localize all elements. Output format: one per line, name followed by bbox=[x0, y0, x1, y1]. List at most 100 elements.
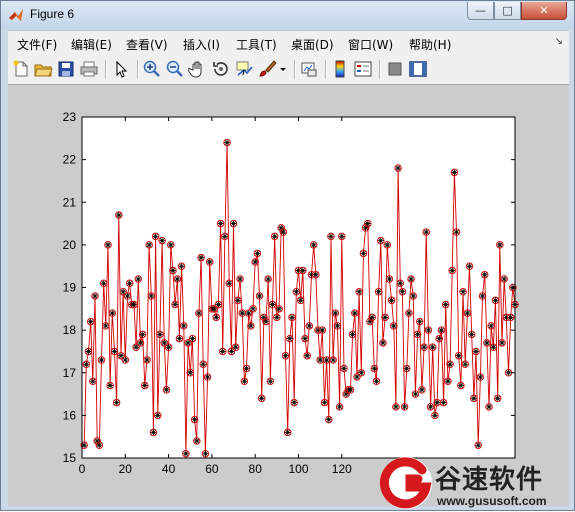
data-point-star bbox=[310, 242, 317, 248]
x-tick-label: 120 bbox=[332, 462, 352, 476]
colorbar-icon[interactable] bbox=[330, 59, 350, 79]
dropdown-arrow-icon[interactable] bbox=[278, 59, 288, 79]
pointer-icon[interactable] bbox=[111, 59, 131, 79]
data-point-star bbox=[403, 365, 410, 372]
data-point-star bbox=[250, 306, 256, 312]
data-point-star bbox=[421, 344, 427, 350]
data-point-star bbox=[282, 352, 289, 359]
data-point-star bbox=[165, 344, 172, 350]
data-point-star bbox=[319, 327, 326, 333]
data-point-star bbox=[347, 387, 354, 393]
data-point-star bbox=[494, 395, 501, 402]
data-point-star bbox=[326, 416, 332, 423]
data-point-star bbox=[116, 212, 122, 218]
pan-hand-icon[interactable] bbox=[188, 59, 208, 79]
menu-help[interactable]: 帮助(H) bbox=[409, 36, 451, 53]
data-point-star bbox=[219, 348, 226, 355]
menu-edit[interactable]: 编辑(E) bbox=[71, 36, 112, 53]
figure-toolbar bbox=[8, 55, 569, 85]
toolbar-separator bbox=[325, 60, 327, 79]
figure-window: Figure 6 — □ ✕ 文件(F) 编辑(E) 查看(V) 插入(I) 工… bbox=[0, 0, 575, 511]
data-point-star bbox=[423, 229, 430, 235]
save-icon[interactable] bbox=[56, 59, 76, 79]
data-point-star bbox=[429, 344, 436, 350]
data-point-star bbox=[471, 395, 477, 402]
plot-axes-background bbox=[82, 117, 515, 458]
toolbar-separator bbox=[294, 60, 296, 79]
data-cursor-icon[interactable] bbox=[234, 59, 254, 79]
print-icon[interactable] bbox=[79, 59, 99, 79]
data-point-star bbox=[432, 412, 438, 419]
data-point-star bbox=[419, 387, 425, 393]
figure-canvas[interactable]: 0 20 40 60 80 100 120 15 16 17 18 19 20 21 22 23 bbox=[8, 85, 569, 506]
data-point-star bbox=[477, 374, 484, 380]
zoom-in-icon[interactable] bbox=[142, 59, 162, 79]
watermark-name: 谷速软件 bbox=[435, 465, 544, 495]
x-tick-label: 0 bbox=[79, 462, 86, 476]
menu-tools[interactable]: 工具(T) bbox=[236, 36, 277, 53]
data-point-star bbox=[222, 233, 228, 240]
minimize-button[interactable]: — bbox=[467, 2, 494, 20]
menu-view[interactable]: 查看(V) bbox=[126, 36, 168, 53]
data-point-star bbox=[497, 242, 503, 248]
x-tick-label: 40 bbox=[162, 462, 176, 476]
x-tick-label: 80 bbox=[249, 462, 263, 476]
watermark: 谷速软件 www.gususoft.com bbox=[379, 452, 575, 512]
data-point-star bbox=[187, 369, 194, 376]
zoom-out-icon[interactable] bbox=[165, 59, 185, 79]
toolbar-separator bbox=[379, 60, 381, 79]
brush-icon[interactable] bbox=[257, 59, 277, 79]
data-point-star bbox=[453, 229, 460, 235]
y-tick-label: 17 bbox=[63, 366, 77, 380]
data-point-star bbox=[204, 374, 211, 380]
menu-window[interactable]: 窗口(W) bbox=[348, 36, 393, 53]
data-point-star bbox=[167, 242, 174, 248]
data-point-star bbox=[364, 220, 371, 227]
show-plot-tools-icon[interactable] bbox=[408, 59, 428, 79]
y-tick-label: 16 bbox=[63, 408, 77, 422]
data-point-star bbox=[276, 306, 282, 312]
data-point-star bbox=[243, 365, 250, 372]
data-point-star bbox=[438, 327, 445, 333]
data-point-star bbox=[280, 229, 287, 235]
data-point-star bbox=[473, 348, 479, 355]
link-plot-icon[interactable] bbox=[299, 59, 319, 79]
data-point-star bbox=[193, 438, 200, 444]
data-point-star bbox=[384, 242, 391, 248]
data-point-star bbox=[152, 233, 159, 240]
maximize-button[interactable]: □ bbox=[494, 2, 521, 20]
data-point-star bbox=[178, 263, 185, 269]
data-point-star bbox=[284, 429, 291, 436]
menu-desktop[interactable]: 桌面(D) bbox=[291, 36, 334, 53]
x-tick-label: 20 bbox=[119, 462, 133, 476]
new-figure-icon[interactable] bbox=[11, 59, 31, 79]
y-tick-label: 23 bbox=[63, 110, 77, 124]
menu-bar: 文件(F) 编辑(E) 查看(V) 插入(I) 工具(T) 桌面(D) 窗口(W… bbox=[8, 30, 569, 55]
y-tick-label: 19 bbox=[63, 281, 77, 295]
close-button[interactable]: ✕ bbox=[521, 2, 567, 20]
y-tick-label: 15 bbox=[63, 451, 77, 465]
open-file-icon[interactable] bbox=[33, 59, 53, 79]
y-tick-label: 21 bbox=[63, 195, 77, 209]
y-tick-label: 22 bbox=[63, 153, 77, 167]
y-tick-label: 18 bbox=[63, 323, 77, 337]
hide-plot-tools-icon[interactable] bbox=[385, 59, 405, 79]
legend-icon[interactable] bbox=[353, 59, 373, 79]
menu-insert[interactable]: 插入(I) bbox=[183, 36, 220, 53]
y-tick-label: 20 bbox=[63, 238, 77, 252]
matlab-logo-icon bbox=[9, 9, 23, 21]
title-bar[interactable]: Figure 6 — □ ✕ bbox=[1, 1, 574, 29]
toolbar-separator bbox=[105, 60, 107, 79]
menu-file[interactable]: 文件(F) bbox=[17, 36, 57, 53]
data-point-star bbox=[455, 352, 462, 359]
x-tick-label: 100 bbox=[288, 462, 308, 476]
watermark-url: www.gususoft.com bbox=[437, 494, 547, 508]
rotate-3d-icon[interactable] bbox=[211, 59, 231, 79]
toolbar-separator bbox=[137, 60, 139, 79]
plot-chart[interactable]: 0 20 40 60 80 100 120 15 16 17 18 19 20 21 22 23 bbox=[8, 85, 569, 506]
data-point-star bbox=[258, 395, 265, 402]
menu-dock-arrow-icon[interactable]: ↘ bbox=[555, 36, 563, 47]
data-point-star bbox=[146, 242, 152, 248]
data-point-star bbox=[271, 233, 278, 240]
data-point-star bbox=[339, 233, 345, 240]
